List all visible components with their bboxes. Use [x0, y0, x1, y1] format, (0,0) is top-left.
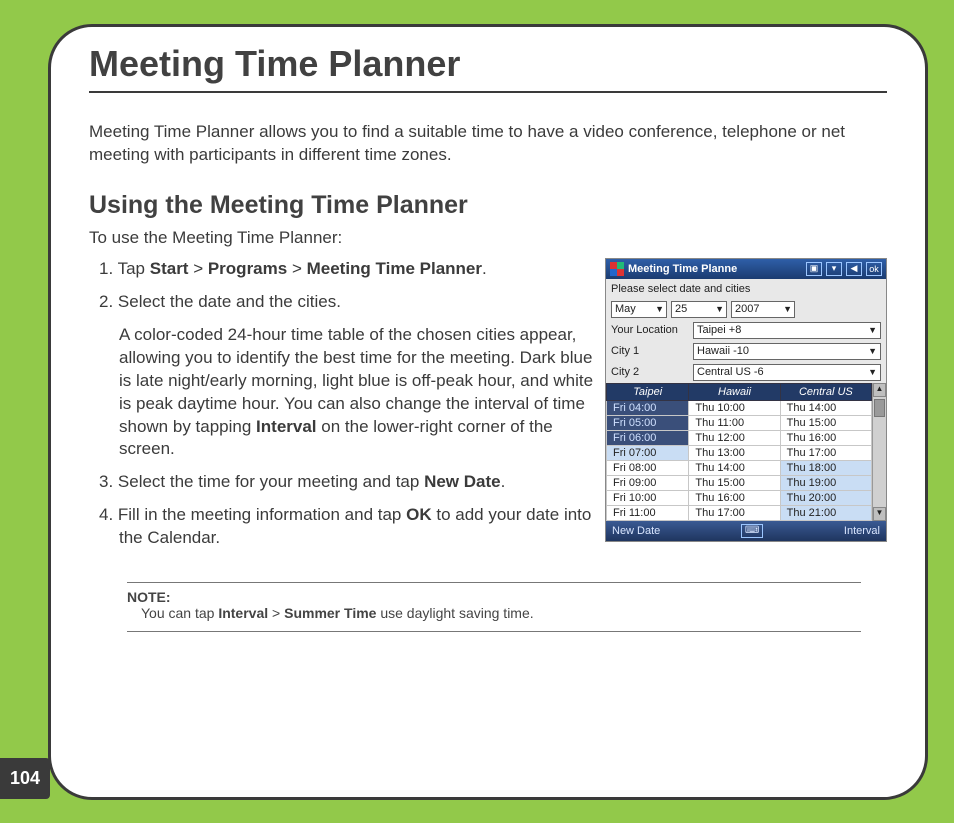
page-number: 104 [0, 758, 50, 799]
date-row: May▼ 25▼ 2007▼ [606, 299, 886, 320]
location-row: Your Location Taipei +8▼ [606, 320, 886, 341]
time-cell[interactable]: Thu 19:00 [780, 475, 871, 490]
note-box: NOTE: You can tap Interval > Summer Time… [127, 582, 861, 632]
time-cell[interactable]: Fri 08:00 [607, 460, 689, 475]
time-table[interactable]: Taipei Hawaii Central US Fri 04:00Thu 10… [606, 383, 872, 521]
section-lead: To use the Meeting Time Planner: [89, 228, 887, 248]
device-bottom-bar: New Date ⌨ Interval [606, 521, 886, 541]
note-text: You can tap Interval > Summer Time use d… [127, 605, 861, 621]
time-cell[interactable]: Thu 20:00 [780, 490, 871, 505]
time-cell[interactable]: Thu 18:00 [780, 460, 871, 475]
time-cell[interactable]: Fri 10:00 [607, 490, 689, 505]
signal-icon[interactable]: ▾ [826, 262, 842, 276]
step-4: 4. Fill in the meeting information and t… [119, 504, 595, 550]
device-instruction: Please select date and cities [606, 279, 886, 299]
month-select[interactable]: May▼ [611, 301, 667, 318]
city2-label: City 2 [611, 366, 689, 378]
location-label: Your Location [611, 324, 689, 336]
time-cell[interactable]: Thu 13:00 [689, 445, 780, 460]
chevron-down-icon: ▼ [868, 325, 877, 335]
time-table-wrap: Taipei Hawaii Central US Fri 04:00Thu 10… [606, 383, 886, 521]
page-title: Meeting Time Planner [89, 43, 887, 93]
table-row[interactable]: Fri 09:00Thu 15:00Thu 19:00 [607, 475, 872, 490]
col-header: Central US [780, 383, 871, 400]
chevron-down-icon: ▼ [783, 304, 792, 314]
note-label: NOTE: [127, 589, 861, 605]
city2-row: City 2 Central US -6▼ [606, 362, 886, 383]
scroll-thumb[interactable] [874, 399, 885, 417]
new-date-softkey[interactable]: New Date [612, 525, 660, 537]
time-cell[interactable]: Fri 07:00 [607, 445, 689, 460]
device-title: Meeting Time Planne [628, 263, 802, 275]
scroll-up-icon[interactable]: ▲ [873, 383, 886, 397]
year-select[interactable]: 2007▼ [731, 301, 795, 318]
table-header-row: Taipei Hawaii Central US [607, 383, 872, 400]
time-cell[interactable]: Fri 06:00 [607, 430, 689, 445]
time-cell[interactable]: Thu 10:00 [689, 400, 780, 415]
table-row[interactable]: Fri 10:00Thu 16:00Thu 20:00 [607, 490, 872, 505]
time-cell[interactable]: Thu 11:00 [689, 415, 780, 430]
steps-column: 1. Tap Start > Programs > Meeting Time P… [89, 258, 595, 560]
table-row[interactable]: Fri 04:00Thu 10:00Thu 14:00 [607, 400, 872, 415]
city2-input[interactable]: Central US -6▼ [693, 364, 881, 381]
time-cell[interactable]: Thu 14:00 [780, 400, 871, 415]
time-cell[interactable]: Thu 15:00 [689, 475, 780, 490]
connectivity-icon[interactable]: ▣ [806, 262, 822, 276]
table-row[interactable]: Fri 11:00Thu 17:00Thu 21:00 [607, 505, 872, 520]
content-row: 1. Tap Start > Programs > Meeting Time P… [89, 258, 887, 560]
time-cell[interactable]: Thu 21:00 [780, 505, 871, 520]
step-2: 2. Select the date and the cities. [119, 291, 595, 314]
time-cell[interactable]: Fri 05:00 [607, 415, 689, 430]
city1-input[interactable]: Hawaii -10▼ [693, 343, 881, 360]
col-header: Taipei [607, 383, 689, 400]
chevron-down-icon: ▼ [715, 304, 724, 314]
time-cell[interactable]: Fri 09:00 [607, 475, 689, 490]
device-screenshot: Meeting Time Planne ▣ ▾ ◀ ok Please sele… [605, 258, 887, 542]
time-cell[interactable]: Thu 15:00 [780, 415, 871, 430]
interval-softkey[interactable]: Interval [844, 525, 880, 537]
time-cell[interactable]: Thu 12:00 [689, 430, 780, 445]
intro-paragraph: Meeting Time Planner allows you to find … [89, 121, 887, 167]
time-cell[interactable]: Thu 17:00 [689, 505, 780, 520]
time-cell[interactable]: Thu 14:00 [689, 460, 780, 475]
city1-label: City 1 [611, 345, 689, 357]
ok-button[interactable]: ok [866, 262, 882, 276]
scroll-down-icon[interactable]: ▼ [873, 507, 886, 521]
time-cell[interactable]: Fri 11:00 [607, 505, 689, 520]
chevron-down-icon: ▼ [868, 367, 877, 377]
chevron-down-icon: ▼ [868, 346, 877, 356]
time-cell[interactable]: Thu 17:00 [780, 445, 871, 460]
time-cell[interactable]: Thu 16:00 [689, 490, 780, 505]
table-row[interactable]: Fri 06:00Thu 12:00Thu 16:00 [607, 430, 872, 445]
day-select[interactable]: 25▼ [671, 301, 727, 318]
step-3: 3. Select the time for your meeting and … [119, 471, 595, 494]
col-header: Hawaii [689, 383, 780, 400]
page-frame: Meeting Time Planner Meeting Time Planne… [48, 24, 928, 800]
section-heading: Using the Meeting Time Planner [89, 191, 887, 220]
chevron-down-icon: ▼ [655, 304, 664, 314]
volume-icon[interactable]: ◀ [846, 262, 862, 276]
time-cell[interactable]: Thu 16:00 [780, 430, 871, 445]
table-row[interactable]: Fri 07:00Thu 13:00Thu 17:00 [607, 445, 872, 460]
scrollbar[interactable]: ▲ ▼ [872, 383, 886, 521]
table-row[interactable]: Fri 05:00Thu 11:00Thu 15:00 [607, 415, 872, 430]
device-title-bar: Meeting Time Planne ▣ ▾ ◀ ok [606, 259, 886, 279]
location-input[interactable]: Taipei +8▼ [693, 322, 881, 339]
windows-flag-icon [610, 262, 624, 276]
step-2-detail: A color-coded 24-hour time table of the … [119, 324, 595, 462]
table-row[interactable]: Fri 08:00Thu 14:00Thu 18:00 [607, 460, 872, 475]
keyboard-icon[interactable]: ⌨ [741, 524, 763, 538]
city1-row: City 1 Hawaii -10▼ [606, 341, 886, 362]
step-1: 1. Tap Start > Programs > Meeting Time P… [119, 258, 595, 281]
time-cell[interactable]: Fri 04:00 [607, 400, 689, 415]
